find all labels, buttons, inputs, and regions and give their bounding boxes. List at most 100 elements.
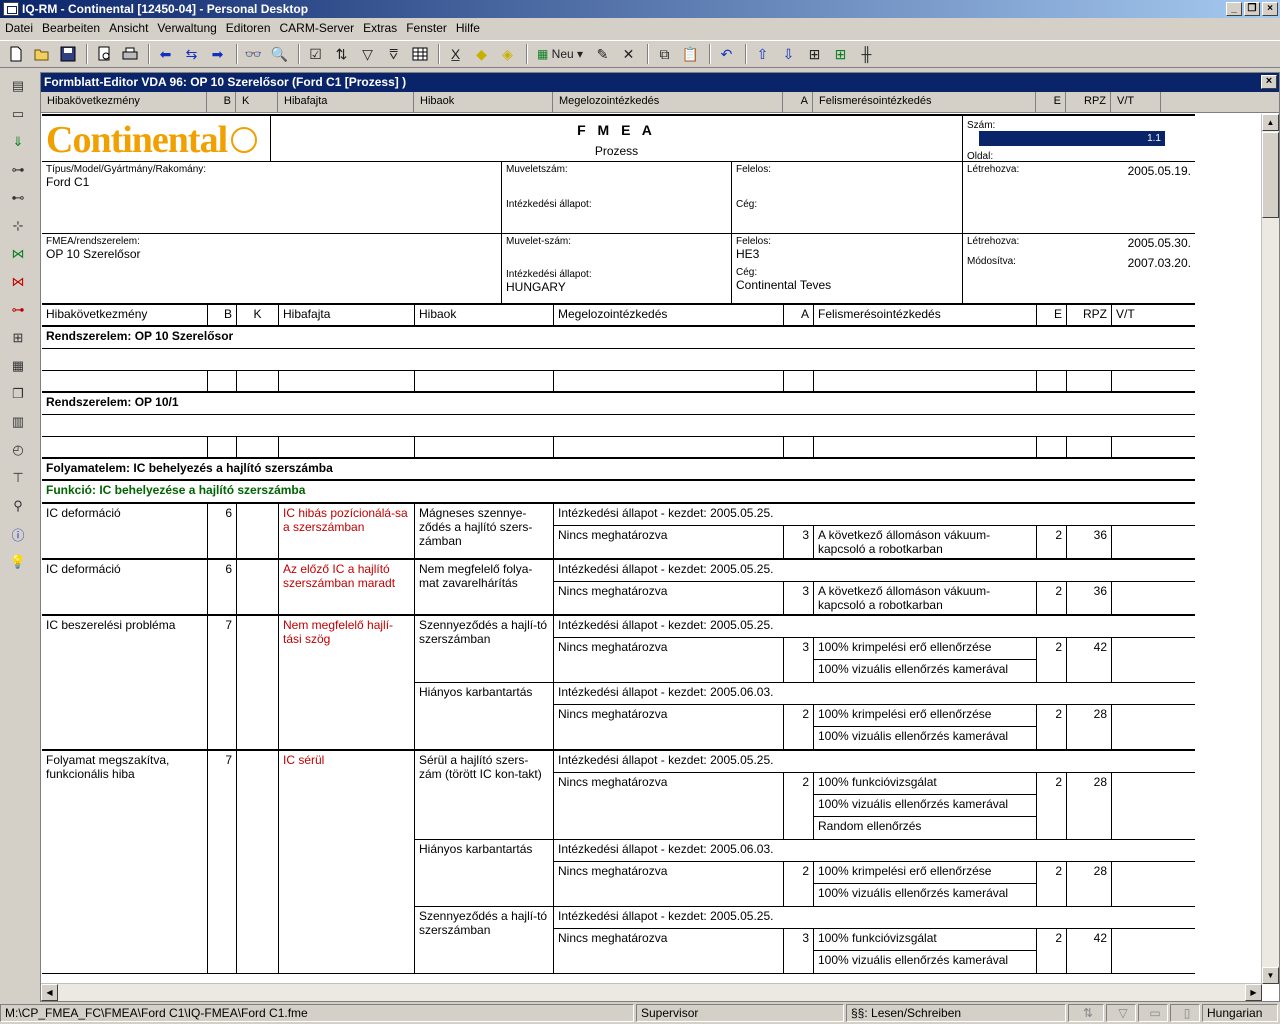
menu-extras[interactable]: Extras	[360, 21, 403, 35]
e-cell[interactable]: 2	[1037, 638, 1067, 682]
org-tree-icon[interactable]: ⊤	[4, 466, 32, 490]
col-k[interactable]: K	[236, 92, 278, 112]
empty-cell[interactable]	[1067, 437, 1112, 457]
status-line[interactable]: Intézkedési állapot - kezdet: 2005.05.25…	[554, 616, 1195, 638]
a-cell[interactable]: 3	[784, 526, 814, 558]
felismeres-item[interactable]: 100% funkcióvizsgálat	[814, 929, 1036, 951]
table-view-icon[interactable]: ▦	[4, 354, 32, 378]
hibafajta-cell[interactable]: IC hibás pozícionálá-sa a szerszámban	[279, 504, 415, 558]
delete-icon[interactable]: ✕	[617, 43, 640, 65]
grid-tree-icon[interactable]: ⊞	[4, 326, 32, 350]
search-tree-icon[interactable]: ⚲	[4, 494, 32, 518]
vt-cell[interactable]	[1112, 862, 1195, 906]
empty-grid-row-2[interactable]	[42, 437, 1195, 459]
col-b[interactable]: B	[207, 92, 236, 112]
failure-row[interactable]: IC deformáció 6 Az előző IC a hajlító szer…	[42, 559, 1195, 615]
menu-bearbeiten[interactable]: Bearbeiten	[39, 21, 106, 35]
menu-verwaltung[interactable]: Verwaltung	[154, 21, 222, 35]
megelozo-cell[interactable]: Nincs meghatározva	[554, 638, 784, 682]
col-e[interactable]: E	[1036, 92, 1066, 112]
menu-fenster[interactable]: Fenster	[403, 21, 453, 35]
k-cell[interactable]	[237, 751, 279, 973]
print-preview-icon[interactable]	[92, 43, 115, 65]
empty-cell[interactable]	[42, 371, 208, 391]
a-cell[interactable]: 2	[784, 862, 814, 906]
hibaok-cell[interactable]: Nem megfelelő folya-mat zavarelhárítás	[415, 560, 554, 614]
scroll-down-icon[interactable]: ▼	[1262, 967, 1279, 984]
empty-cell[interactable]	[237, 437, 279, 457]
felismeres-item[interactable]: 100% vizuális ellenőrzés kamerával	[814, 727, 1036, 749]
new-file-icon[interactable]	[4, 43, 27, 65]
rpz-cell[interactable]: 28	[1067, 862, 1112, 906]
sort-az-icon[interactable]: ⇅	[330, 43, 353, 65]
vt-cell[interactable]	[1112, 705, 1195, 749]
megelozo-cell[interactable]: Nincs meghatározva	[554, 582, 784, 614]
function-net-icon[interactable]: ⊹	[4, 214, 32, 238]
empty-row-2[interactable]	[42, 415, 1195, 436]
green-net-icon[interactable]: ⋈	[4, 242, 32, 266]
felismeres-item[interactable]: 100% vizuális ellenőrzés kamerával	[814, 951, 1036, 973]
empty-cell[interactable]	[415, 437, 554, 457]
split-icon[interactable]: ╫	[855, 43, 878, 65]
felismeres-item[interactable]: 100% vizuális ellenőrzés kamerával	[814, 795, 1036, 817]
b-cell[interactable]: 7	[208, 616, 237, 749]
e-cell[interactable]: 2	[1037, 773, 1067, 839]
megelozo-cell[interactable]: Nincs meghatározva	[554, 862, 784, 906]
copy-icon[interactable]: ⧉	[653, 43, 676, 65]
chart-icon[interactable]: ▥	[4, 410, 32, 434]
menu-ansicht[interactable]: Ansicht	[106, 21, 154, 35]
empty-grid-row-1[interactable]	[42, 371, 1195, 393]
empty-row[interactable]	[42, 349, 1195, 370]
empty-cell[interactable]	[784, 437, 814, 457]
empty-cell[interactable]	[279, 371, 415, 391]
status-line[interactable]: Intézkedési állapot - kezdet: 2005.06.03…	[554, 840, 1195, 862]
save-icon[interactable]	[56, 43, 79, 65]
col-hibafajta[interactable]: Hibafajta	[278, 92, 414, 112]
form-list-icon[interactable]: ▭	[4, 102, 32, 126]
close-button[interactable]: ×	[1262, 2, 1278, 16]
fmea-rendszerelem-value[interactable]: OP 10 Szerelősor	[46, 247, 497, 261]
megelozo-cell[interactable]: Nincs meghatározva	[554, 526, 784, 558]
a-cell[interactable]: 2	[784, 773, 814, 839]
hibakovetkezmeny-cell[interactable]: IC deformáció	[42, 504, 208, 558]
empty-cell[interactable]	[1037, 371, 1067, 391]
vertical-scroll-thumb[interactable]	[1262, 132, 1279, 218]
empty-cell[interactable]	[1112, 371, 1195, 391]
horizontal-scrollbar[interactable]: ◀ ▶	[41, 983, 1262, 1001]
status-line[interactable]: Intézkedési állapot - kezdet: 2005.05.25…	[554, 907, 1195, 929]
hibaok-cell[interactable]: Sérül a hajlító szers-zám (törött IC kon…	[415, 751, 554, 839]
col-felismeres[interactable]: Felismerésointézkedés	[813, 92, 1036, 112]
menu-carm-server[interactable]: CARM-Server	[277, 21, 361, 35]
paste-icon[interactable]: 📋	[679, 43, 702, 65]
formula-icon[interactable]: X̲	[444, 43, 467, 65]
hibaok-cell[interactable]: Szennyeződés a hajlí-tó szerszámban	[415, 616, 554, 682]
empty-cell[interactable]	[208, 437, 237, 457]
arrow-right-icon[interactable]: ➡	[206, 43, 229, 65]
col-hibaok[interactable]: Hibaok	[414, 92, 553, 112]
col-vt[interactable]: V/T	[1111, 92, 1161, 112]
info-icon[interactable]: ⓘ	[4, 522, 32, 546]
filter-list-icon[interactable]: ⩢	[382, 43, 405, 65]
vt-cell[interactable]	[1112, 773, 1195, 839]
rendszerelem-row-2[interactable]: Rendszerelem: OP 10/1	[42, 393, 1195, 414]
red-net-icon[interactable]: ⋈	[4, 270, 32, 294]
e-cell[interactable]: 2	[1037, 862, 1067, 906]
status-line[interactable]: Intézkedési állapot - kezdet: 2005.06.03…	[554, 683, 1195, 705]
empty-cell[interactable]	[1112, 437, 1195, 457]
felismeres-item[interactable]: 100% funkcióvizsgálat	[814, 773, 1036, 795]
hibakovetkezmeny-cell[interactable]: IC deformáció	[42, 560, 208, 614]
arrow-swap-icon[interactable]: ⇆	[180, 43, 203, 65]
empty-cell[interactable]	[1067, 371, 1112, 391]
b-cell[interactable]: 6	[208, 560, 237, 614]
rendszerelem-row-1[interactable]: Rendszerelem: OP 10 Szerelősor	[42, 327, 1195, 348]
megelozo-cell[interactable]: Nincs meghatározva	[554, 773, 784, 839]
empty-cell[interactable]	[814, 371, 1037, 391]
modositva-value[interactable]: 2007.03.20.	[1128, 256, 1191, 270]
vt-cell[interactable]	[1112, 526, 1195, 558]
e-cell[interactable]: 2	[1037, 929, 1067, 973]
empty-cell[interactable]	[415, 371, 554, 391]
note-edit-icon[interactable]: ◈	[496, 43, 519, 65]
menu-datei[interactable]: Datei	[2, 21, 39, 35]
minimize-button[interactable]: _	[1226, 2, 1242, 16]
szam-field[interactable]: 1.1	[979, 131, 1165, 146]
